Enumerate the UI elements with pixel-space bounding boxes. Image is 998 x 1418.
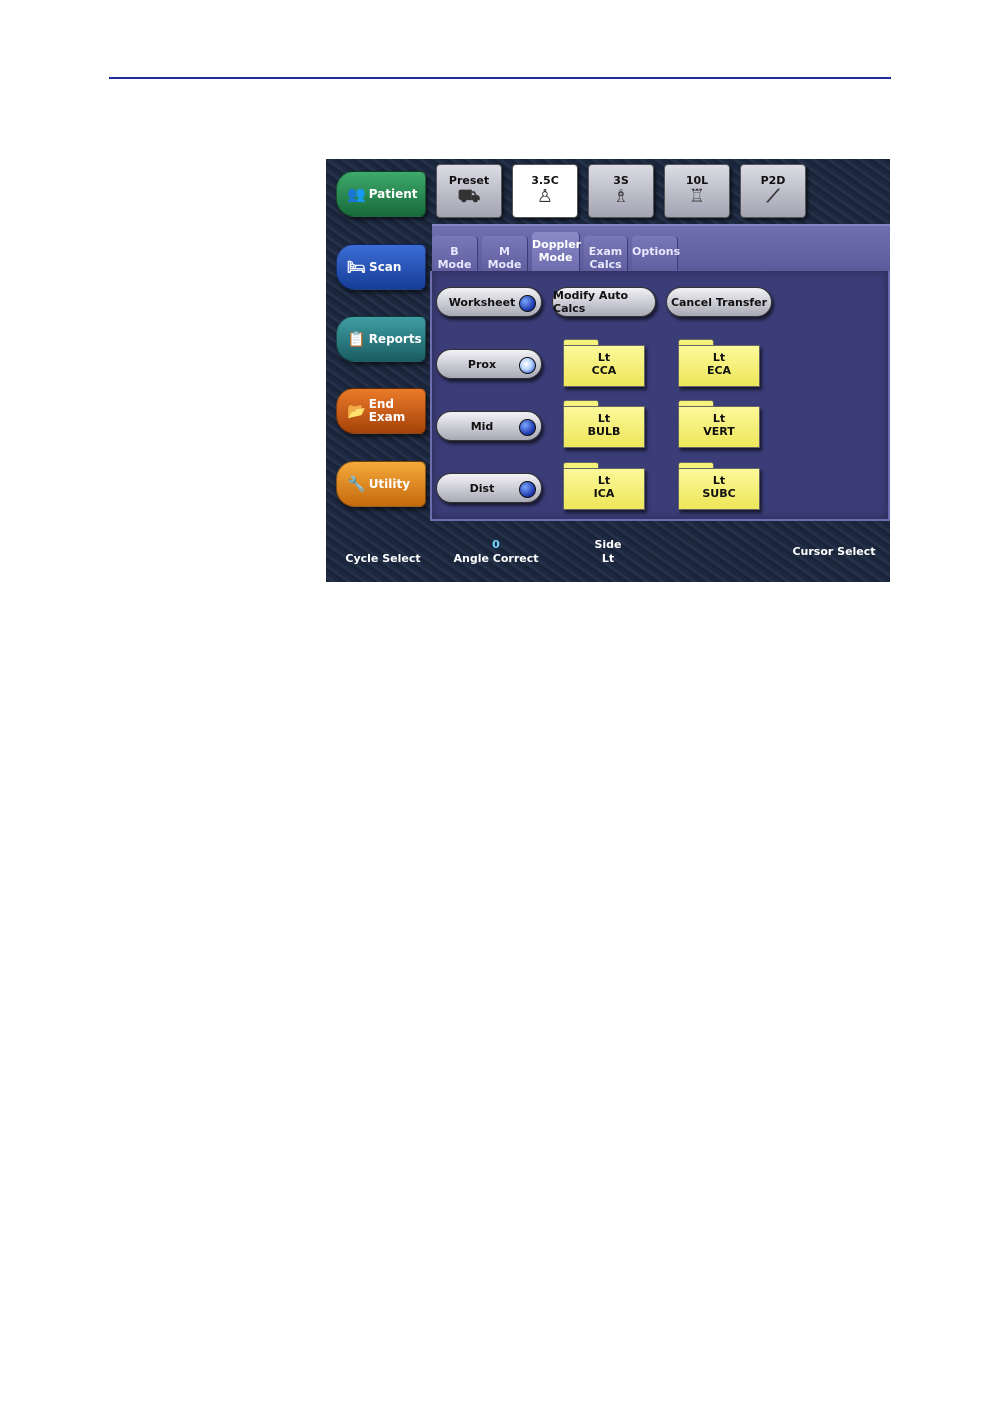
sector-probe-icon: ♗ xyxy=(612,186,630,207)
patient-label: Patient xyxy=(368,187,418,201)
folder-lt-bulb[interactable]: Lt BULB xyxy=(563,400,647,448)
cursor-select-control[interactable]: Cursor Select xyxy=(788,545,880,559)
linear-probe-icon: ♖ xyxy=(688,186,706,207)
prox-button[interactable]: Prox xyxy=(436,349,542,379)
probe-10l-button[interactable]: 10L ♖ xyxy=(664,164,730,218)
folder-lt-ica[interactable]: Lt ICA xyxy=(563,462,647,510)
side-control[interactable]: Side Lt xyxy=(578,538,638,566)
modify-auto-calcs-button[interactable]: Modify Auto Calcs xyxy=(552,287,656,317)
tab-m-mode[interactable]: M Mode xyxy=(482,236,528,272)
probe-p2d-button[interactable]: P2D ⟋ xyxy=(740,164,806,218)
tab-options[interactable]: Options xyxy=(632,236,680,272)
modify-auto-calcs-label: Modify Auto Calcs xyxy=(553,289,629,315)
utility-label: Utility xyxy=(368,477,411,491)
scan-label: Scan xyxy=(369,260,402,274)
tab-doppler-mode[interactable]: Doppler Mode xyxy=(532,232,581,272)
tab-b-mode[interactable]: B Mode xyxy=(432,236,478,272)
mid-label: Mid xyxy=(470,419,494,433)
ultrasound-touch-panel: 👥 Patient 🛏 Scan 📋 Reports 📂 End Exam 🔧 … xyxy=(326,159,890,582)
preset-icon: ⛟ xyxy=(457,186,481,207)
pencil-probe-icon: ⟋ xyxy=(766,186,780,207)
patient-icon: 👥 xyxy=(347,185,366,203)
mode-tab-bar: B Mode M Mode Doppler Mode Exam Calcs Op… xyxy=(432,224,890,274)
worksheet-button[interactable]: Worksheet xyxy=(436,287,542,317)
scan-button[interactable]: 🛏 Scan xyxy=(336,244,426,290)
end-exam-button[interactable]: 📂 End Exam xyxy=(336,388,426,434)
prox-indicator xyxy=(519,357,536,374)
cancel-transfer-button[interactable]: Cancel Transfer xyxy=(666,287,772,317)
prox-label: Prox xyxy=(467,357,497,371)
angle-correct-label: Angle Correct xyxy=(453,552,539,565)
convex-probe-icon: ♙ xyxy=(536,186,554,207)
cancel-transfer-label: Cancel Transfer xyxy=(670,295,768,309)
reports-label: Reports xyxy=(368,332,422,346)
side-value: Lt xyxy=(601,552,615,565)
probe-3-5c-button[interactable]: 3.5C ♙ xyxy=(512,164,578,218)
mid-indicator xyxy=(519,419,536,436)
header-rule xyxy=(109,77,891,79)
mid-button[interactable]: Mid xyxy=(436,411,542,441)
end-label: End xyxy=(368,397,395,411)
folder-lt-cca[interactable]: Lt CCA xyxy=(563,339,647,387)
probe-3s-button[interactable]: 3S ♗ xyxy=(588,164,654,218)
exam-label: Exam xyxy=(368,410,406,424)
folder-lt-subc[interactable]: Lt SUBC xyxy=(678,462,762,510)
cursor-select-label: Cursor Select xyxy=(792,545,876,558)
folder-lt-eca[interactable]: Lt ECA xyxy=(678,339,762,387)
preset-button[interactable]: Preset ⛟ xyxy=(436,164,502,218)
scan-bed-icon: 🛏 xyxy=(347,258,367,276)
worksheet-label: Worksheet xyxy=(448,295,516,309)
dist-indicator xyxy=(519,481,536,498)
folder-lt-vert[interactable]: Lt VERT xyxy=(678,400,762,448)
patient-button[interactable]: 👥 Patient xyxy=(336,171,426,217)
cycle-select-label: Cycle Select xyxy=(345,552,421,565)
cycle-select-control[interactable]: Cycle Select xyxy=(340,552,426,566)
clipboard-icon: 📋 xyxy=(347,330,366,348)
dist-button[interactable]: Dist xyxy=(436,473,542,503)
tab-exam-calcs[interactable]: Exam Calcs xyxy=(584,236,628,272)
worksheet-indicator xyxy=(519,295,536,312)
folder-icon: 📂 xyxy=(347,402,366,420)
angle-correct-control[interactable]: 0 Angle Correct xyxy=(450,538,542,566)
angle-correct-value: 0 xyxy=(492,538,500,551)
side-label: Side xyxy=(594,538,622,551)
reports-button[interactable]: 📋 Reports xyxy=(336,316,426,362)
utility-button[interactable]: 🔧 Utility xyxy=(336,461,426,507)
dist-label: Dist xyxy=(469,481,495,495)
wrench-icon: 🔧 xyxy=(347,475,366,493)
